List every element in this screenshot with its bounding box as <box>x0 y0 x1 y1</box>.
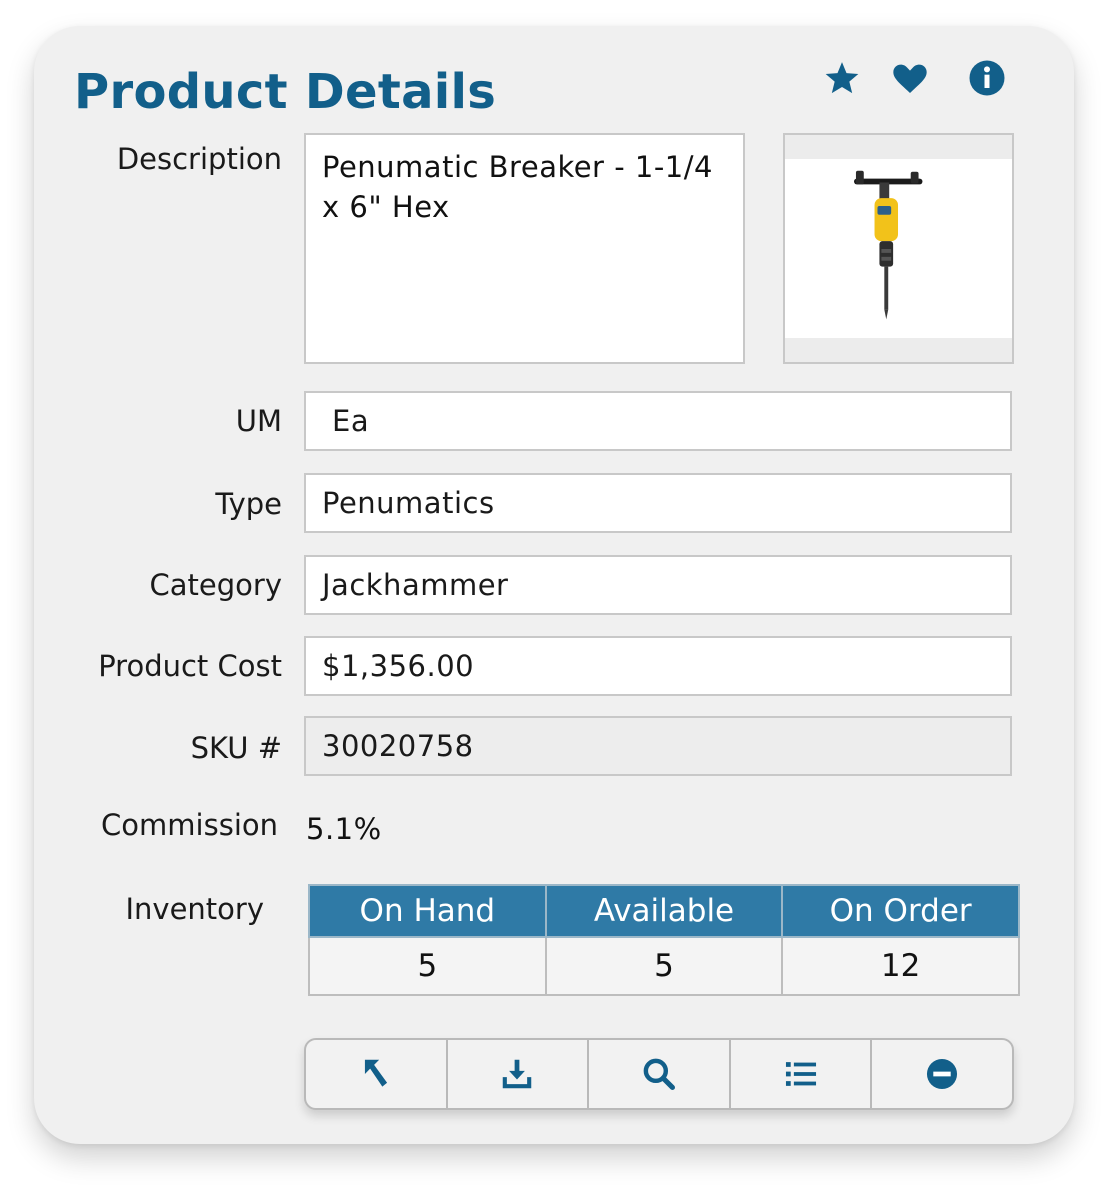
inventory-header-on-order: On Order <box>781 884 1020 938</box>
product-cost-label: Product Cost <box>98 649 282 683</box>
jackhammer-image <box>853 170 923 320</box>
action-toolbar <box>304 1038 1014 1110</box>
um-label: UM <box>235 404 282 438</box>
info-icon[interactable] <box>967 58 1007 98</box>
sku-label: SKU # <box>190 731 282 765</box>
um-field[interactable]: Ea <box>304 391 1012 451</box>
inventory-on-order-value: 12 <box>781 936 1020 996</box>
type-label: Type <box>215 487 282 521</box>
category-label: Category <box>149 568 282 602</box>
product-image <box>783 133 1014 364</box>
list-button[interactable] <box>731 1040 873 1108</box>
download-icon <box>503 1059 532 1089</box>
commission-value: 5.1% <box>306 812 382 846</box>
search-button[interactable] <box>589 1040 731 1108</box>
product-cost-field[interactable]: $1,356.00 <box>304 636 1012 696</box>
description-field[interactable]: Penumatic Breaker - 1-1/4 x 6" Hex <box>304 133 745 364</box>
download-button[interactable] <box>448 1040 590 1108</box>
inventory-on-hand-value: 5 <box>308 936 547 996</box>
heart-icon[interactable] <box>890 58 930 98</box>
search-icon <box>643 1058 675 1090</box>
inventory-available-value: 5 <box>544 936 784 996</box>
inventory-header-available: Available <box>544 884 784 938</box>
description-label: Description <box>116 142 282 176</box>
remove-button[interactable] <box>872 1040 1012 1108</box>
commission-label: Commission <box>101 808 278 842</box>
sku-field: 30020758 <box>304 716 1012 776</box>
category-field[interactable]: Jackhammer <box>304 555 1012 615</box>
back-arrow-icon <box>364 1059 387 1087</box>
type-field[interactable]: Penumatics <box>304 473 1012 533</box>
inventory-label: Inventory <box>125 892 264 926</box>
inventory-table: On Hand Available On Order 5 5 12 <box>308 884 1020 996</box>
list-icon <box>785 1062 816 1086</box>
inventory-header-on-hand: On Hand <box>308 884 547 938</box>
star-icon[interactable] <box>822 58 862 98</box>
page-title: Product Details <box>74 64 497 120</box>
back-button[interactable] <box>306 1040 448 1108</box>
remove-icon <box>927 1058 958 1090</box>
